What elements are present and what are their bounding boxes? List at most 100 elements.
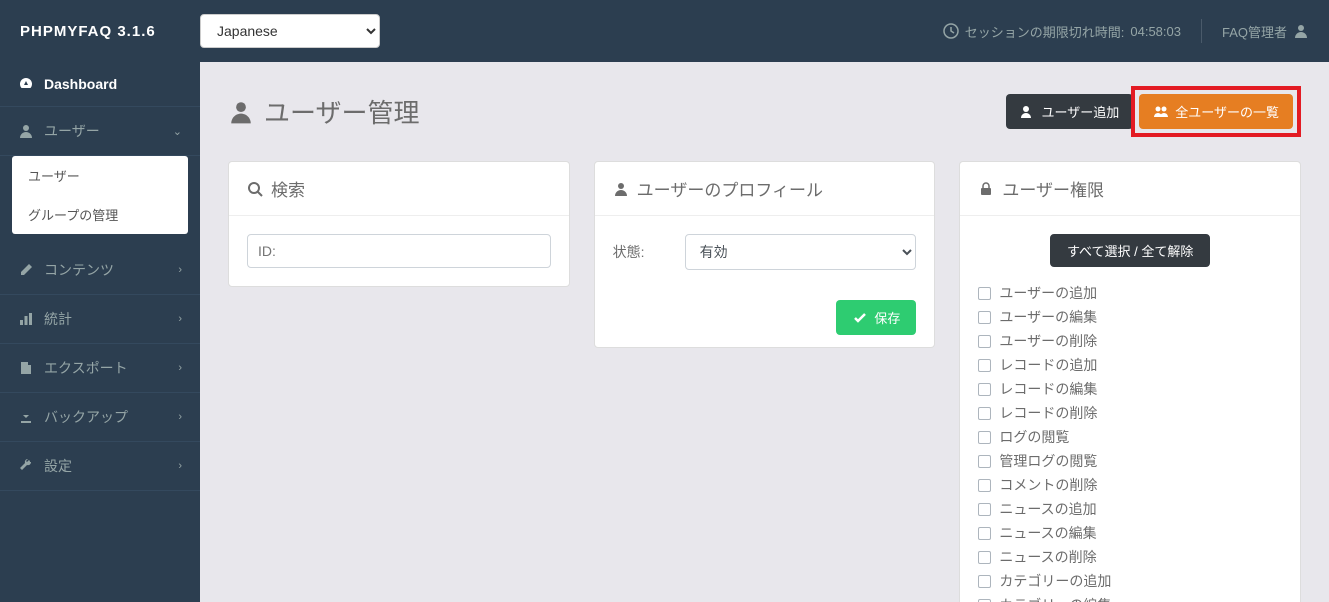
checkbox[interactable] [978,503,991,516]
nav-dashboard[interactable]: Dashboard [0,62,200,107]
dashboard-icon [18,76,34,92]
status-row: 状態: 有効 [613,234,917,270]
save-button[interactable]: 保存 [836,300,916,335]
user-icon [1293,23,1309,39]
permission-label: ログの閲覧 [999,427,1069,447]
users-icon [1153,104,1169,120]
highlight-box: 全ユーザーの一覧 [1131,86,1301,137]
permission-label: ニュースの追加 [999,499,1096,519]
session-label: セッションの期限切れ時間: [965,22,1125,41]
all-users-button[interactable]: 全ユーザーの一覧 [1139,94,1293,129]
chevron-right-icon: › [178,264,182,276]
permission-item[interactable]: ニュースの追加 [978,497,1282,521]
card-header: 検索 [229,162,569,216]
permission-item[interactable]: レコードの追加 [978,353,1282,377]
checkbox[interactable] [978,407,991,420]
nav-backup[interactable]: バックアップ › [0,393,200,442]
nav-users[interactable]: ユーザー ⌄ [0,107,200,156]
checkbox[interactable] [978,575,991,588]
check-icon [852,310,868,326]
nav-label: バックアップ [44,407,128,427]
chevron-down-icon: ⌄ [173,125,182,138]
submenu-groups[interactable]: グループの管理 [12,195,188,234]
header-actions: ユーザー追加 全ユーザーの一覧 [1006,86,1302,137]
permission-label: 管理ログの閲覧 [999,451,1097,471]
checkbox[interactable] [978,527,991,540]
checkbox[interactable] [978,383,991,396]
permission-item[interactable]: ユーザーの削除 [978,329,1282,353]
checkbox[interactable] [978,455,991,468]
permission-item[interactable]: ニュースの編集 [978,521,1282,545]
download-icon [18,409,34,425]
page-header: ユーザー管理 ユーザー追加 全ユーザーの一覧 [228,86,1301,137]
nav-label: 統計 [44,309,72,329]
nav-label: 設定 [44,456,72,476]
permission-item[interactable]: カテゴリーの編集 [978,593,1282,602]
permission-item[interactable]: カテゴリーの追加 [978,569,1282,593]
chevron-right-icon: › [178,313,182,325]
admin-link[interactable]: FAQ管理者 [1222,22,1309,41]
nav-label: ユーザー [44,121,100,141]
permission-label: レコードの削除 [999,403,1097,423]
permission-label: レコードの編集 [999,379,1097,399]
language-select[interactable]: Japanese [200,14,380,48]
checkbox[interactable] [978,287,991,300]
card-header: ユーザーのプロフィール [595,162,935,216]
permissions-list: ユーザーの追加ユーザーの編集ユーザーの削除レコードの追加レコードの編集レコードの… [978,281,1282,602]
topbar: PHPMYFAQ 3.1.6 Japanese セッションの期限切れ時間: 04… [0,0,1329,62]
edit-icon [18,262,34,278]
permission-label: ニュースの編集 [999,523,1096,543]
stats-icon [18,311,34,327]
sidebar: Dashboard ユーザー ⌄ ユーザー グループの管理 コンテンツ › 統計… [0,62,200,602]
permission-item[interactable]: ニュースの削除 [978,545,1282,569]
wrench-icon [18,458,34,474]
lock-icon [978,181,994,197]
submenu-users[interactable]: ユーザー [12,156,188,195]
chevron-right-icon: › [178,411,182,423]
checkbox[interactable] [978,335,991,348]
session-value: 04:58:03 [1130,24,1181,39]
permission-label: レコードの追加 [999,355,1097,375]
clock-icon [943,23,959,39]
file-icon [18,360,34,376]
chevron-right-icon: › [178,362,182,374]
checkbox[interactable] [978,599,991,602]
permission-item[interactable]: 管理ログの閲覧 [978,449,1282,473]
checkbox[interactable] [978,359,991,372]
user-icon [228,99,254,125]
nav-contents[interactable]: コンテンツ › [0,246,200,295]
permission-item[interactable]: レコードの編集 [978,377,1282,401]
card-header: ユーザー権限 [960,162,1300,216]
add-user-button[interactable]: ユーザー追加 [1006,94,1134,129]
session-info: セッションの期限切れ時間: 04:58:03 [943,22,1181,41]
toggle-all-button[interactable]: すべて選択 / 全て解除 [1050,234,1210,267]
user-plus-icon [1020,104,1036,120]
permissions-card: ユーザー権限 すべて選択 / 全て解除 ユーザーの追加ユーザーの編集ユーザーの削… [959,161,1301,602]
permission-label: ユーザーの追加 [999,283,1097,303]
id-input[interactable] [247,234,551,268]
checkbox[interactable] [978,431,991,444]
permission-label: ユーザーの削除 [999,331,1097,351]
status-select[interactable]: 有効 [685,234,917,270]
permission-label: コメントの削除 [999,475,1097,495]
nav-label: コンテンツ [44,260,114,280]
permission-label: カテゴリーの追加 [999,571,1111,591]
submenu: ユーザー グループの管理 [12,156,188,234]
permission-item[interactable]: ユーザーの追加 [978,281,1282,305]
user-icon [613,181,629,197]
permission-item[interactable]: ログの閲覧 [978,425,1282,449]
search-card: 検索 [228,161,570,287]
profile-card: ユーザーのプロフィール 状態: 有効 保存 [594,161,936,348]
permission-item[interactable]: ユーザーの編集 [978,305,1282,329]
checkbox[interactable] [978,479,991,492]
nav-stats[interactable]: 統計 › [0,295,200,344]
permission-item[interactable]: レコードの削除 [978,401,1282,425]
checkbox[interactable] [978,551,991,564]
page-title: ユーザー管理 [228,93,419,130]
permission-item[interactable]: コメントの削除 [978,473,1282,497]
cards-row: 検索 ユーザーのプロフィール 状態: 有効 [228,161,1301,602]
nav-settings[interactable]: 設定 › [0,442,200,491]
chevron-right-icon: › [178,460,182,472]
nav-export[interactable]: エクスポート › [0,344,200,393]
checkbox[interactable] [978,311,991,324]
